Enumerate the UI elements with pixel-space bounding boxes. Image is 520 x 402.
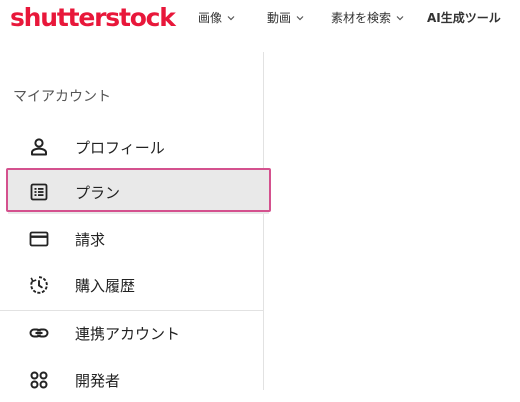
- link-icon: [28, 322, 50, 344]
- shutterstock-logo[interactable]: shutterstock: [10, 2, 176, 34]
- sidebar-item-label: 開発者: [75, 371, 121, 390]
- nav-videos-label: 動画: [267, 11, 292, 25]
- nav-ai-tools[interactable]: AI生成ツール: [427, 9, 501, 27]
- sidebar-divider: [263, 52, 264, 390]
- chevron-down-icon: [296, 14, 304, 22]
- sidebar-item-developer[interactable]: 開発者: [0, 358, 263, 402]
- top-header: shutterstock 画像 動画 素材を検索 AI生成ツール: [0, 0, 520, 36]
- selection-highlight: [6, 168, 271, 212]
- nav-ai-tools-label: AI生成ツール: [427, 11, 501, 25]
- sidebar-item-profile[interactable]: プロフィール: [0, 125, 263, 169]
- nav-search-assets[interactable]: 素材を検索: [331, 9, 404, 27]
- nav-images[interactable]: 画像: [198, 9, 235, 27]
- sidebar-item-label: 請求: [75, 230, 106, 249]
- history-icon: [28, 274, 50, 296]
- apps-icon: [28, 369, 50, 391]
- chevron-down-icon: [396, 14, 404, 22]
- nav-search-assets-label: 素材を検索: [331, 11, 392, 25]
- sidebar-item-billing[interactable]: 請求: [0, 217, 263, 261]
- sidebar-item-label: 連携アカウント: [75, 324, 181, 343]
- credit-card-icon: [28, 228, 50, 250]
- person-icon: [28, 136, 50, 158]
- chevron-down-icon: [227, 14, 235, 22]
- nav-videos[interactable]: 動画: [267, 9, 304, 27]
- sidebar-item-linked-accounts[interactable]: 連携アカウント: [0, 311, 263, 355]
- sidebar-item-purchase-history[interactable]: 購入履歴: [0, 263, 263, 307]
- sidebar-item-label: 購入履歴: [75, 276, 136, 295]
- nav-images-label: 画像: [198, 11, 223, 25]
- section-title: マイアカウント: [13, 89, 111, 105]
- sidebar-item-label: プロフィール: [75, 138, 165, 157]
